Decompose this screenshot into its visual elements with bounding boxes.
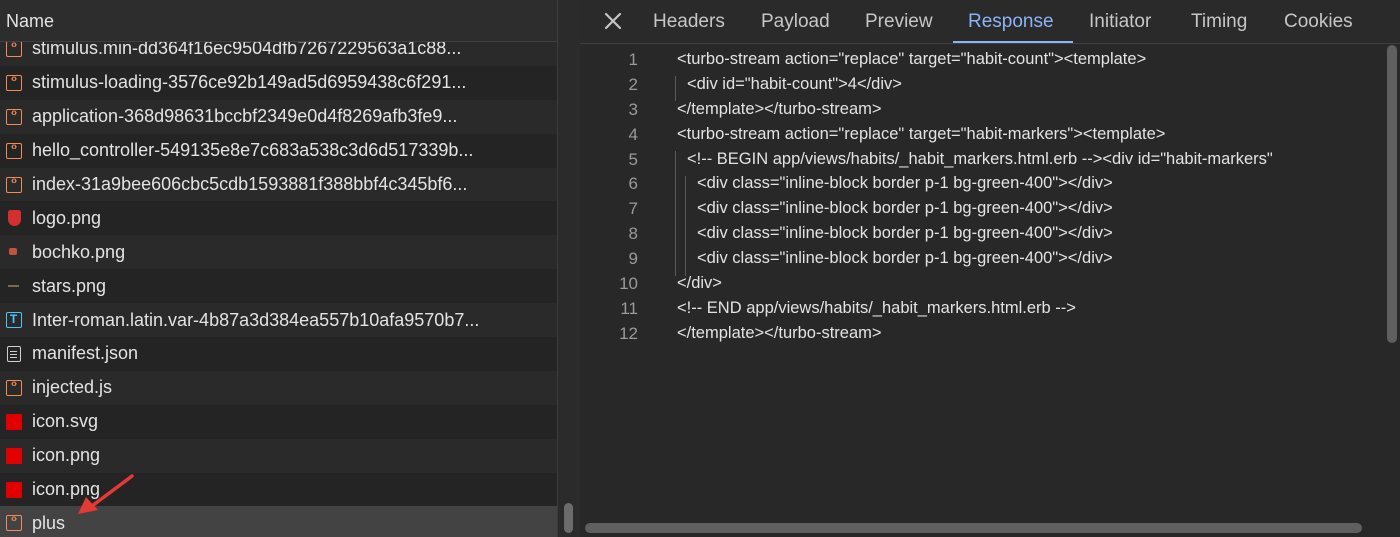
request-name: icon.svg (32, 411, 99, 432)
response-horizontal-scrollbar[interactable] (580, 518, 1400, 537)
code-text: <!-- BEGIN app/views/habits/_habit_marke… (687, 149, 1273, 168)
code-line: 8 <div class="inline-block border p-1 bg-… (580, 224, 1380, 249)
response-vertical-scroll-thumb[interactable] (1387, 45, 1397, 343)
line-number: 3 (628, 99, 638, 119)
font-icon (6, 312, 22, 329)
request-name: logo.png (32, 207, 102, 228)
shield-image-icon (8, 210, 21, 227)
line-number: 7 (628, 199, 638, 219)
script-icon (6, 141, 22, 159)
close-icon[interactable] (602, 10, 624, 32)
document-icon (7, 345, 21, 362)
request-name: bochko.png (32, 241, 126, 262)
request-list: stimulus.min-dd364f16ec9504dfb7267229563… (0, 32, 557, 537)
image-icon (6, 278, 22, 294)
code-line: 2 <div id="habit-count">4</div> (580, 75, 1380, 100)
request-list-scrollbar[interactable] (557, 0, 580, 537)
code-text: </div> (677, 274, 722, 293)
request-list-scroll-thumb[interactable] (564, 503, 573, 533)
red-image-icon (6, 413, 22, 430)
request-list-panel: stimulus.min-dd364f16ec9504dfb7267229563… (0, 0, 557, 537)
code-text: <turbo-stream action="replace" target="h… (677, 124, 1166, 143)
response-code-viewer[interactable]: 1 <turbo-stream action="replace" target="… (580, 50, 1380, 349)
tab-cookies[interactable]: Cookies (1284, 11, 1353, 33)
request-row[interactable]: hello_controller-549135e8e7c683a538c3d6d… (0, 133, 557, 168)
code-text: </template></turbo-stream> (677, 323, 882, 342)
tab-preview[interactable]: Preview (865, 11, 933, 33)
code-line: 11 <!-- END app/views/habits/_habit_marke… (580, 299, 1380, 324)
red-image-icon (6, 447, 22, 464)
request-row[interactable]: manifest.json (0, 337, 557, 371)
request-detail-panel: Headers Payload Preview Response Initiat… (580, 0, 1400, 537)
code-line: 4 <turbo-stream action="replace" target="… (580, 125, 1380, 150)
tab-initiator[interactable]: Initiator (1089, 11, 1151, 33)
code-line: 7 <div class="inline-block border p-1 bg-… (580, 199, 1380, 224)
line-number: 2 (628, 74, 638, 94)
line-number: 6 (628, 174, 638, 194)
request-name: manifest.json (32, 343, 139, 364)
script-icon (6, 107, 22, 125)
red-image-icon (6, 481, 22, 498)
request-row[interactable]: application-368d98631bccbf2349e0d4f8269a… (0, 99, 557, 134)
request-row[interactable]: stars.png (0, 269, 557, 304)
line-number: 9 (628, 249, 638, 269)
script-icon (6, 513, 22, 532)
code-line: 10 </div> (580, 274, 1380, 299)
name-column-label: Name (6, 11, 55, 31)
code-text: <div class="inline-block border p-1 bg-g… (697, 174, 1113, 193)
image-icon (6, 244, 22, 260)
tab-response[interactable]: Response (968, 11, 1054, 33)
code-line: 5 <!-- BEGIN app/views/habits/_habit_mark… (580, 150, 1380, 175)
code-line: 9 <div class="inline-block border p-1 bg-… (580, 249, 1380, 274)
line-number: 12 (619, 323, 638, 343)
request-row[interactable]: index-31a9bee606cbc5cdb1593881f388bbf4c3… (0, 167, 557, 202)
code-line: 1 <turbo-stream action="replace" target="… (580, 50, 1380, 75)
request-row[interactable]: bochko.png (0, 235, 557, 270)
tab-headers[interactable]: Headers (653, 11, 725, 33)
code-text: <div class="inline-block border p-1 bg-g… (697, 224, 1113, 243)
request-row[interactable]: injected.js (0, 370, 557, 405)
code-text: <!-- END app/views/habits/_habit_markers… (677, 298, 1076, 317)
red-arrow-annotation-icon (78, 474, 134, 514)
request-name: hello_controller-549135e8e7c683a538c3d6d… (32, 140, 474, 161)
code-text: <turbo-stream action="replace" target="h… (677, 50, 1147, 68)
request-row[interactable]: icon.svg (0, 404, 557, 439)
request-name: stimulus-loading-3576ce92b149ad5d6959438… (32, 72, 467, 93)
name-column-header[interactable]: Name (0, 0, 557, 42)
script-icon (6, 73, 22, 91)
tab-payload[interactable]: Payload (761, 11, 830, 33)
request-row[interactable]: icon.png (0, 438, 557, 473)
code-text: </template></turbo-stream> (677, 99, 882, 118)
line-number: 8 (628, 224, 638, 244)
tab-timing[interactable]: Timing (1191, 11, 1247, 33)
request-row[interactable]: logo.png (0, 201, 557, 236)
code-line: 6 <div class="inline-block border p-1 bg-… (580, 174, 1380, 199)
active-tab-indicator (953, 41, 1073, 43)
code-text: <div class="inline-block border p-1 bg-g… (697, 249, 1113, 268)
request-name: icon.png (32, 445, 101, 466)
line-number: 5 (628, 149, 638, 169)
request-name: Inter-roman.latin.var-4b87a3d384ea557b10… (32, 309, 480, 330)
request-name: injected.js (32, 377, 113, 398)
detail-tab-bar: Headers Payload Preview Response Initiat… (580, 0, 1400, 44)
response-horizontal-scroll-thumb[interactable] (585, 523, 1362, 533)
request-name: application-368d98631bccbf2349e0d4f8269a… (32, 106, 458, 127)
request-row[interactable]: Inter-roman.latin.var-4b87a3d384ea557b10… (0, 303, 557, 338)
code-text: <div id="habit-count">4</div> (687, 74, 902, 93)
code-text: <div class="inline-block border p-1 bg-g… (697, 199, 1113, 218)
script-icon (6, 175, 22, 193)
line-number: 11 (620, 298, 638, 318)
request-name: stars.png (32, 275, 107, 296)
line-number: 4 (628, 124, 638, 144)
line-number: 10 (619, 274, 638, 294)
code-line: 12 </template></turbo-stream> (580, 324, 1380, 349)
request-row[interactable]: stimulus-loading-3576ce92b149ad5d6959438… (0, 65, 557, 100)
request-name: index-31a9bee606cbc5cdb1593881f388bbf4c3… (32, 174, 468, 194)
line-number: 1 (628, 50, 638, 69)
script-icon (6, 378, 22, 396)
script-icon (6, 39, 22, 57)
code-line: 3 </template></turbo-stream> (580, 100, 1380, 125)
